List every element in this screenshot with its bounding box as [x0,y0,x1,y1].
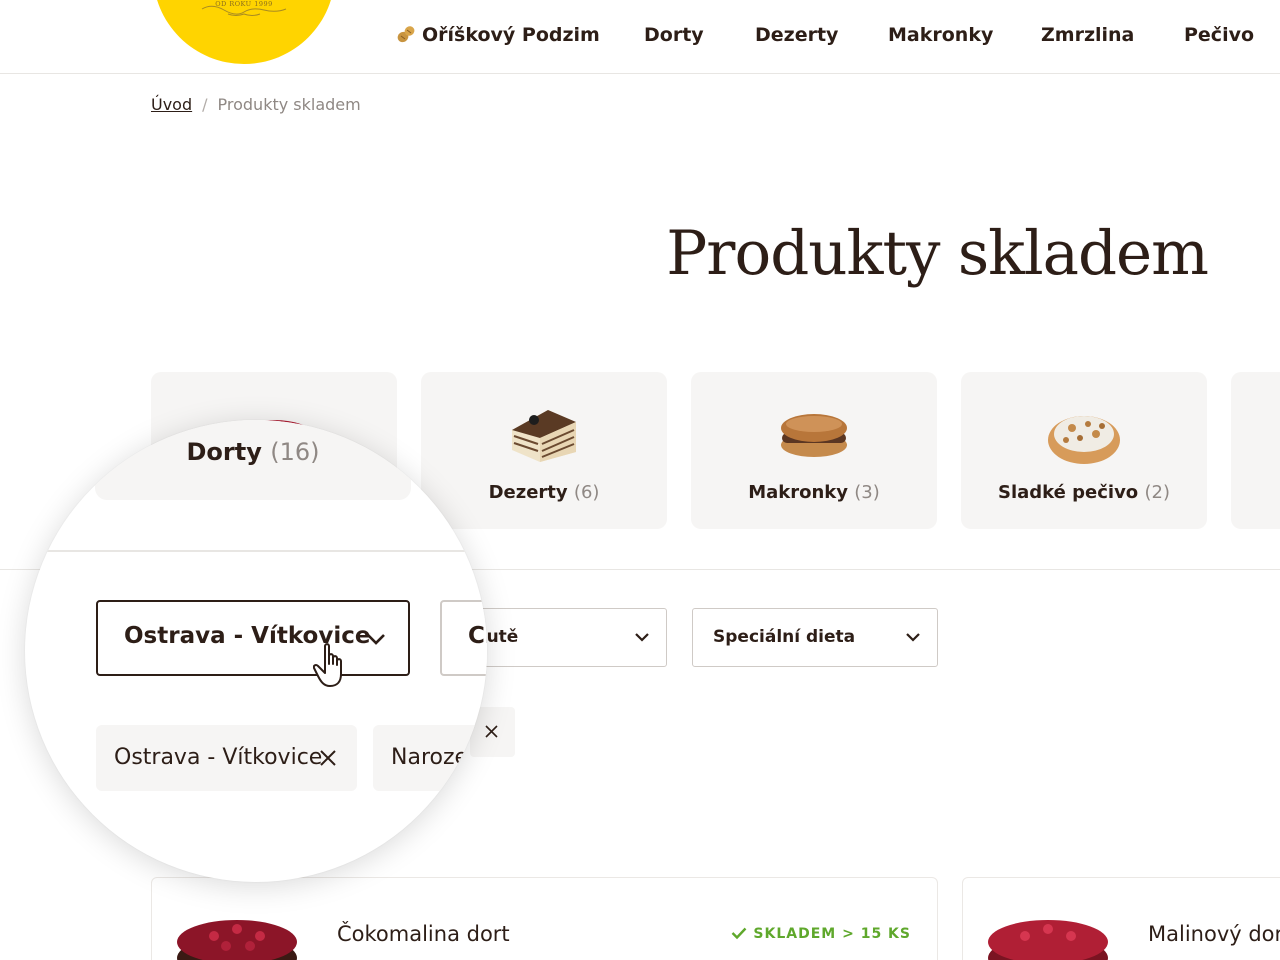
active-filter-chip-store: Ostrava - Vítkovice [96,725,357,791]
breadcrumb-separator: / [202,95,208,114]
logo-flourish-icon [201,5,287,16]
brand-logo[interactable]: OD ROKU 1999 [153,0,335,64]
pastry-image [1048,416,1120,464]
product-card[interactable]: Čokomalina dort SKLADEM > 15 KS [151,877,938,960]
nav-item-dorty[interactable]: Dorty [644,22,704,48]
close-icon[interactable] [319,749,337,767]
store-filter-dropdown[interactable]: Ostrava - Vítkovice [96,600,410,676]
section-divider-zoomed [25,550,487,552]
peanut-icon [397,26,415,43]
chevron-down-icon [906,633,920,642]
category-label: Sladké pečivo (2) [998,482,1170,503]
check-icon [732,927,747,940]
macaron-image [781,414,847,457]
nav-item-pecivo[interactable]: Pečivo [1184,22,1254,48]
product-name[interactable]: Čokomalina dort [337,922,510,946]
diet-filter-value: Speciální dieta [713,627,856,647]
page-title: Produkty skladem [666,218,1209,289]
category-card-next[interactable] [1231,372,1280,529]
taste-filter-value-zoomed: Chutě [468,623,487,649]
stock-label: SKLADEM > 15 KS [753,926,911,942]
active-filter-label: Ostrava - Vítkovice [114,745,323,770]
diet-filter-dropdown[interactable]: Speciální dieta [692,608,938,667]
nav-item-zmrzlina[interactable]: Zmrzlina [1041,22,1134,48]
nav-item-orechovy-podzim[interactable]: Oříškový Podzim [396,22,600,48]
category-card-makronky[interactable]: Makronky (3) [691,372,937,529]
hand-pointer-cursor-icon [313,643,342,687]
nav-item-dezerty[interactable]: Dezerty [755,22,838,48]
category-label-zoomed: Dorty (16) [186,438,320,466]
magnifier-lens: Dorty (16) Ostrava - Vítkovice Chutě Ost… [25,420,487,882]
active-filter-chip-occasion: Naroze [373,725,487,791]
site-header: OD ROKU 1999 Oříškový Podzim Dorty Dezer… [0,0,1280,74]
product-image [988,920,1108,960]
stock-status: SKLADEM > 15 KS [731,926,911,942]
product-card[interactable]: Malinový dort [962,877,1280,960]
category-card-dorty-zoomed[interactable]: Dorty (16) [95,420,411,500]
product-name[interactable]: Malinový dort [1148,922,1280,946]
chevron-down-icon [635,633,649,642]
product-image [177,920,297,960]
breadcrumb: Úvod / Produkty skladem [151,95,361,114]
nav-label: Oříškový Podzim [422,24,600,46]
main-nav: Oříškový Podzim Dorty Dezerty Makronky Z… [396,22,1280,48]
active-filter-label: Naroze [391,745,469,770]
breadcrumb-current: Produkty skladem [217,95,361,114]
category-label: Makronky (3) [748,482,880,503]
taste-filter-dropdown-zoomed[interactable]: Chutě [440,600,487,676]
tiramisu-image [512,410,576,462]
chevron-down-icon [367,634,385,645]
breadcrumb-home-link[interactable]: Úvod [151,95,192,114]
category-card-sladke-pecivo[interactable]: Sladké pečivo (2) [961,372,1207,529]
nav-item-makronky[interactable]: Makronky [888,22,993,48]
